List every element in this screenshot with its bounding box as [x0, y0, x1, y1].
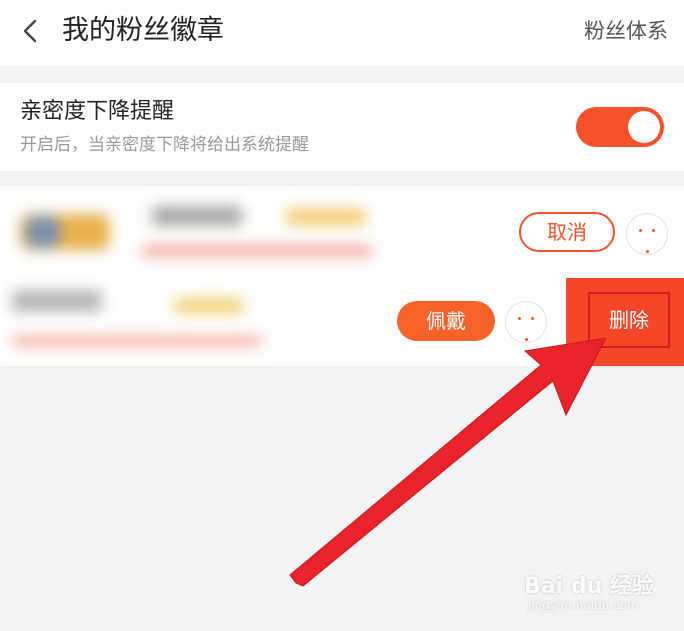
delete-button[interactable]: 删除: [588, 292, 670, 348]
toggle-knob: [628, 111, 660, 143]
fan-system-link[interactable]: 粉丝体系: [584, 17, 668, 45]
app-header: 我的粉丝徽章 粉丝体系: [0, 0, 684, 66]
more-options-button-2[interactable]: [505, 301, 547, 343]
intimacy-alert-setting: 亲密度下降提醒 开启后，当亲密度下降将给出系统提醒: [0, 83, 684, 171]
more-icon: [639, 229, 642, 232]
setting-description: 开启后，当亲密度下降将给出系统提醒: [20, 135, 309, 155]
back-button[interactable]: [18, 18, 44, 44]
page-title: 我的粉丝徽章: [62, 15, 224, 46]
more-icon: [518, 317, 521, 320]
blurred-badge-content: [6, 188, 384, 358]
wear-badge-button[interactable]: 佩戴: [397, 301, 495, 341]
intimacy-alert-toggle[interactable]: [576, 107, 664, 147]
cancel-badge-button[interactable]: 取消: [519, 212, 615, 252]
setting-title: 亲密度下降提醒: [20, 99, 175, 124]
chevron-left-icon: [23, 19, 37, 43]
watermark-logo: Bai du 经验: [524, 574, 654, 599]
more-options-button[interactable]: [626, 213, 668, 255]
watermark-url: jingyan.baidu.com: [528, 598, 639, 612]
